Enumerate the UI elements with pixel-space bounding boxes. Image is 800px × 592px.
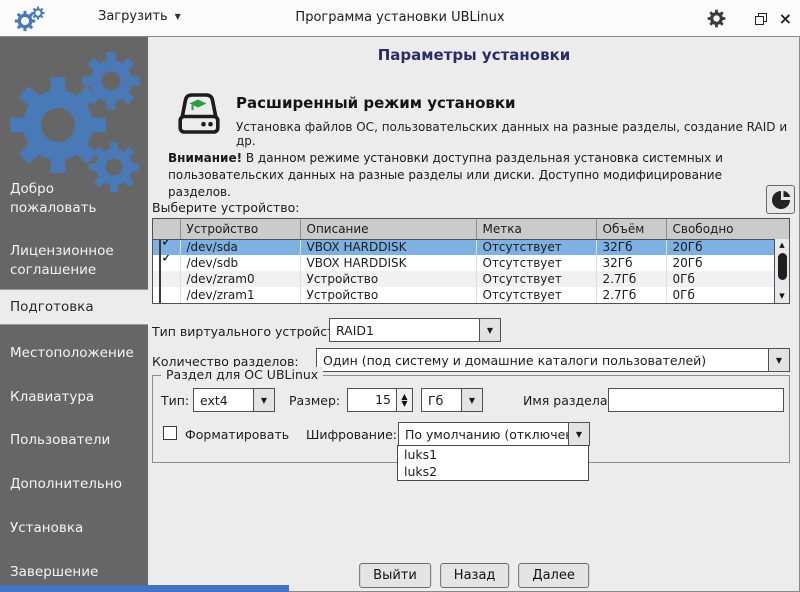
table-scrollbar[interactable]: ▲ ▼ [774,239,789,303]
col-checkbox [153,219,180,239]
size-label: Размер: [289,393,340,408]
col-label: Метка [476,219,596,239]
check-icon: ✓ [161,239,173,250]
col-size: Объём [596,219,666,239]
col-device: Устройство [180,219,300,239]
size-stepper[interactable]: 15 ▲ ▼ [347,388,413,412]
encryption-option-luks1[interactable]: luks1 [398,446,588,463]
bottom-button-row: Выйти Назад Далее [359,563,589,588]
fs-type-select[interactable]: ext4 ▼ [193,388,275,412]
virtual-device-label: Тип виртуального устройства: [152,324,354,339]
sidebar-item-advanced[interactable]: Дополнительно [0,471,148,498]
scroll-up-icon[interactable]: ▲ [775,239,789,252]
virtual-device-select[interactable]: RAID1 ▼ [329,318,501,342]
spin-down-icon[interactable]: ▼ [401,400,407,407]
size-unit-select[interactable]: Гб ▼ [421,388,483,412]
table-row-sda[interactable]: ✓ /dev/sda VBOX HARDDISK Отсутствует 32Г… [153,239,789,255]
table-row-zram1[interactable]: /dev/zram1 Устройство Отсутствует 2.7Гб … [153,287,789,303]
partition-name-label: Имя раздела: [523,393,612,408]
sidebar-item-install[interactable]: Установка [0,515,148,542]
sidebar-item-keyboard[interactable]: Клавиатура [0,384,148,411]
type-label: Тип: [161,393,189,408]
install-progress-bar [0,585,289,592]
sidebar-item-preparation[interactable]: Подготовка [0,289,148,325]
warning-text: Внимание! В данном режиме установки дост… [168,150,754,201]
sidebar-item-welcome[interactable]: Добро пожаловать [0,176,148,222]
encryption-dropdown-list: luks1 luks2 [397,445,589,481]
col-free: Свободно [666,219,789,239]
row-checkbox[interactable] [159,287,161,303]
sidebar-gears-icon [0,43,148,198]
mode-title: Расширенный режим установки [236,94,516,112]
sidebar-item-finish[interactable]: Завершение [0,559,148,586]
exit-button[interactable]: Выйти [359,563,431,588]
partitions-count-select[interactable]: Один (под систему и домашние каталоги по… [316,348,790,372]
row-checkbox[interactable]: ✓ [159,239,161,255]
sidebar: Добро пожаловать Лицензионное соглашение… [0,37,148,592]
check-icon: ✓ [161,255,173,266]
next-button[interactable]: Далее [518,563,588,588]
table-row-sdb[interactable]: ✓ /dev/sdb VBOX HARDDISK Отсутствует 32Г… [153,255,789,271]
sidebar-item-license[interactable]: Лицензионное соглашение [0,238,148,284]
sidebar-item-users[interactable]: Пользователи [0,427,148,454]
sidebar-item-location[interactable]: Местоположение [0,340,148,367]
chevron-down-icon: ▼ [768,349,789,371]
device-table: Устройство Описание Метка Объём Свободно… [152,218,790,304]
back-button[interactable]: Назад [440,563,510,588]
chevron-down-icon: ▼ [568,423,589,445]
chevron-down-icon: ▼ [479,319,500,341]
row-checkbox[interactable] [159,271,161,287]
col-description: Описание [300,219,476,239]
settings-gear-icon[interactable] [707,9,726,31]
encryption-select[interactable]: По умолчанию (отключено) ▼ [398,422,590,446]
window-title: Программа установки UBLinux [0,10,800,25]
advanced-mode-drive-icon [172,87,226,144]
page-title: Параметры установки [148,46,800,64]
title-bar: Загрузить ▼ Программа установки UBLinux … [0,0,800,37]
encryption-label: Шифрование: [306,427,397,442]
format-checkbox[interactable] [163,426,177,440]
chevron-down-icon: ▼ [253,389,274,411]
device-select-label: Выберите устройство: [152,200,300,215]
pie-chart-icon [771,190,791,210]
encryption-option-luks2[interactable]: luks2 [398,463,588,480]
chevron-down-icon: ▼ [461,389,482,411]
close-button[interactable]: × [779,12,792,26]
scroll-down-icon[interactable]: ▼ [775,290,789,303]
scrollbar-thumb[interactable] [778,253,787,280]
main-content: Параметры установки Расширенный режим ус… [148,37,800,592]
table-header-row: Устройство Описание Метка Объём Свободно [153,219,789,239]
row-checkbox[interactable]: ✓ [159,255,161,271]
format-label: Форматировать [185,427,289,442]
restore-button[interactable] [755,13,767,25]
mode-description: Установка файлов ОС, пользовательских да… [236,120,800,148]
partition-name-input[interactable] [608,388,784,412]
table-row-zram0[interactable]: /dev/zram0 Устройство Отсутствует 2.7Гб … [153,271,789,287]
partition-chart-button[interactable] [766,185,795,214]
fieldset-legend: Раздел для ОС UBLinux [161,367,323,382]
